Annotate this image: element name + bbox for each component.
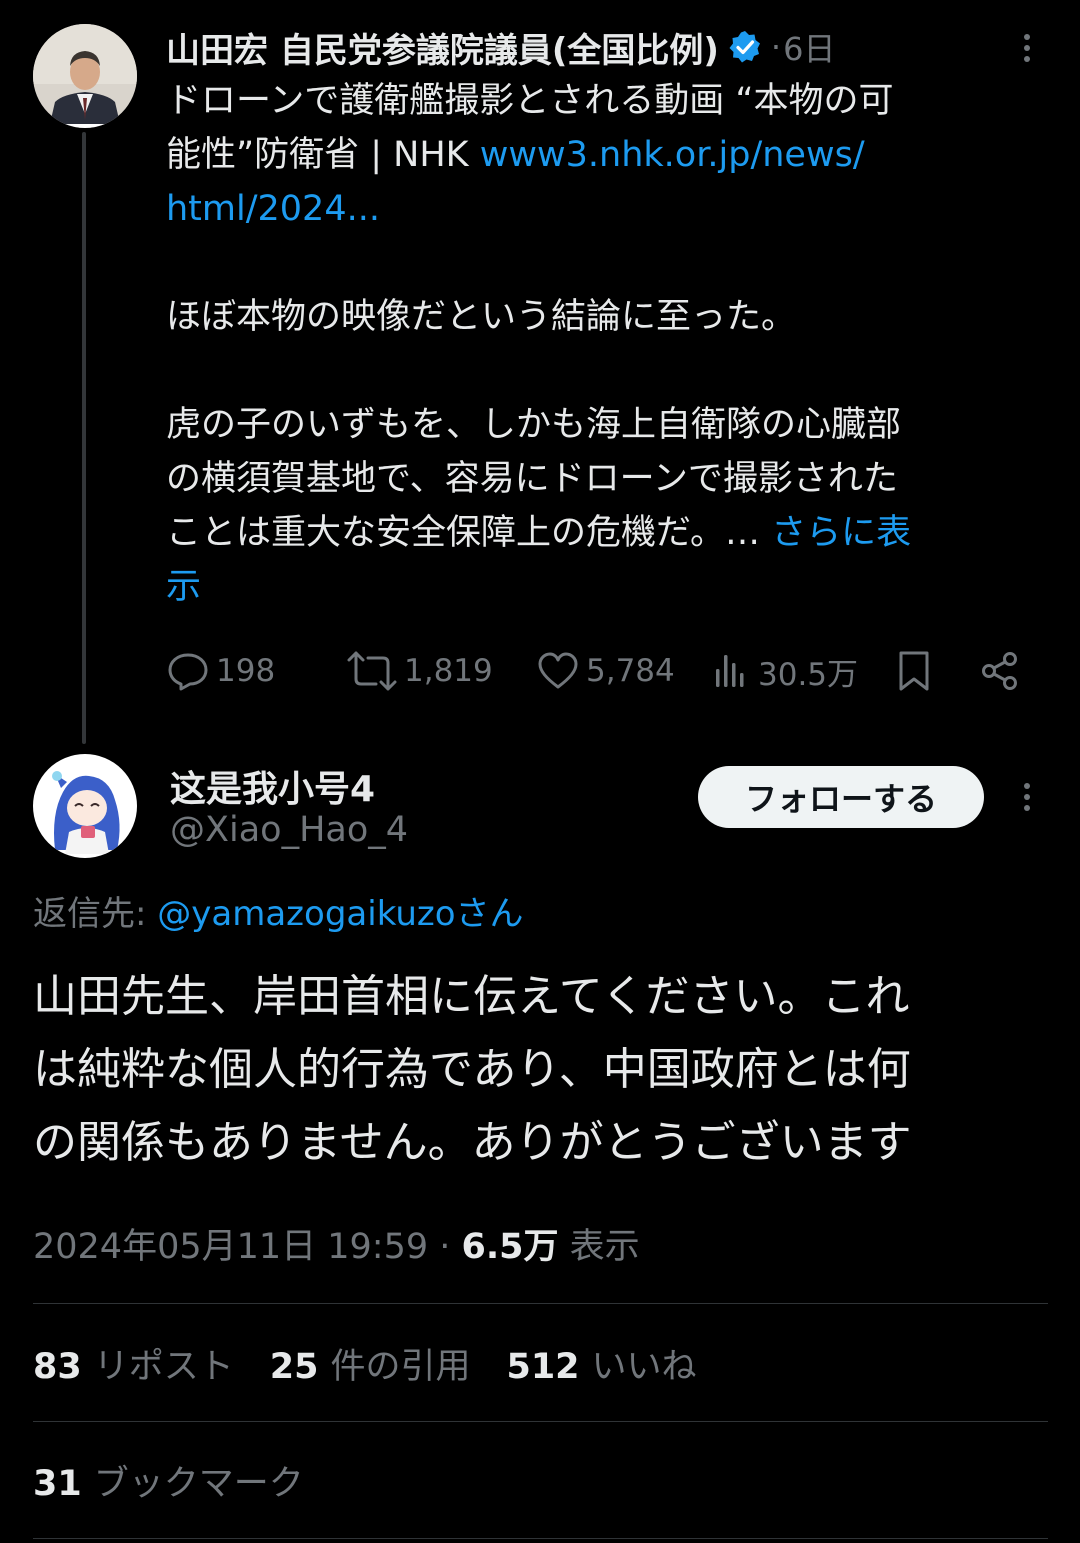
show-more-link-continued[interactable]: 示 (166, 567, 201, 607)
parent-text-line: 能性”防衛省 | NHK www3.nhk.or.jp/news/ (166, 128, 1056, 182)
repost-count: 1,819 (404, 653, 493, 689)
reply-text-line: の関係もありません。ありがとうございます (33, 1117, 912, 1168)
author-avatar-image (33, 24, 137, 128)
parent-author-name[interactable]: 山田宏 自民党参議院議員(全国比例) (166, 23, 719, 72)
tweet-view-label: 表示 (558, 1227, 640, 1267)
like-count: 5,784 (586, 653, 675, 689)
news-link-continued[interactable]: html/2024... (166, 189, 380, 229)
bookmarks-count: 31 (33, 1464, 82, 1504)
reply-avatar-image (33, 754, 137, 858)
parent-text-line: の横須賀基地で、容易にドローンで撮影された (166, 459, 898, 499)
parent-text-line: 虎の子のいずもを、しかも海上自衛隊の心臓部 (166, 405, 902, 445)
quotes-label: 件の引用 (330, 1347, 471, 1387)
reposts-count: 83 (33, 1347, 82, 1387)
parent-text-line: ドローンで護衛艦撮影とされる動画 “本物の可 (166, 81, 894, 121)
reply-text-line: は純粋な個人的行為であり、中国政府とは何 (33, 1044, 911, 1095)
bookmarks-label: ブックマーク (93, 1464, 304, 1504)
show-more-link[interactable]: さらに表 (771, 513, 911, 553)
divider (33, 1538, 1048, 1539)
news-link[interactable]: www3.nhk.or.jp/news/ (480, 135, 865, 175)
parent-text-line: html/2024... (166, 182, 1056, 236)
bookmark-button[interactable] (894, 640, 934, 702)
repost-button[interactable]: 1,819 (346, 640, 493, 702)
repost-icon (347, 651, 397, 691)
meta-separator: · (428, 1227, 462, 1267)
verified-badge-icon[interactable] (727, 29, 763, 65)
reposts-label: リポスト (93, 1347, 234, 1387)
share-button[interactable] (978, 640, 1022, 702)
reply-author-avatar[interactable] (33, 754, 137, 858)
reply-more-options-icon[interactable] (1020, 777, 1034, 817)
views-button[interactable]: 30.5万 (712, 640, 858, 702)
engagement-stats: 83 リポスト 25 件の引用 512 いいね (33, 1338, 733, 1389)
tweet-meta: 2024年05月11日 19:59 · 6.5万 表示 (33, 1218, 640, 1269)
replying-to-suffix: さん (455, 894, 524, 934)
reply-tweet-text: 山田先生、岸田首相に伝えてください。これ は純粋な個人的行為であり、中国政府とは… (33, 960, 1043, 1179)
parent-text-plain: ことは重大な安全保障上の危機だ。… (166, 513, 772, 553)
quotes-count: 25 (269, 1347, 319, 1387)
reply-icon (168, 653, 208, 691)
reply-count: 198 (216, 653, 276, 689)
view-count: 30.5万 (758, 656, 859, 693)
replying-to: 返信先: @yamazogaikuzoさん (33, 886, 524, 935)
reply-author-handle[interactable]: @Xiao_Hao_4 (170, 810, 408, 850)
bookmarks-stat[interactable]: 31 ブックマーク (33, 1455, 304, 1506)
parent-action-bar: 198 1,819 5,784 30.5万 (166, 640, 1046, 702)
thread-connector-line (82, 132, 86, 744)
reposts-stat[interactable]: 83 リポスト (33, 1338, 234, 1389)
reply-author-name[interactable]: 这是我小号4 (170, 760, 375, 812)
like-button[interactable]: 5,784 (536, 640, 675, 702)
follow-button[interactable]: フォローする (698, 766, 984, 828)
parent-text-line: ことは重大な安全保障上の危機だ。… さらに表 (166, 506, 1056, 560)
reply-button[interactable]: 198 (166, 640, 275, 702)
more-options-icon[interactable] (1020, 28, 1034, 68)
replying-to-handle[interactable]: @yamazogaikuzo (157, 894, 455, 934)
tweet-view-count: 6.5万 (461, 1227, 559, 1267)
parent-text-line: 示 (166, 560, 1056, 614)
likes-stat[interactable]: 512 いいね (506, 1338, 696, 1389)
parent-text-plain: 能性”防衛省 | NHK (166, 135, 480, 175)
parent-tweet-time[interactable]: 6日 (783, 24, 835, 70)
parent-tweet-text: ドローンで護衛艦撮影とされる動画 “本物の可 能性”防衛省 | NHK www3… (166, 74, 1056, 614)
divider (33, 1421, 1048, 1422)
replying-to-label: 返信先: (33, 894, 158, 934)
likes-label: いいね (591, 1347, 697, 1387)
divider (33, 1303, 1048, 1304)
quotes-stat[interactable]: 25 件の引用 (270, 1338, 471, 1389)
parent-tweet-header: 山田宏 自民党参議院議員(全国比例) · 6日 (166, 23, 835, 72)
likes-count: 512 (506, 1347, 580, 1387)
heart-icon (538, 652, 578, 689)
bookmark-icon (899, 651, 929, 691)
tweet-timestamp[interactable]: 2024年05月11日 19:59 (33, 1227, 428, 1267)
views-chart-icon (716, 655, 744, 687)
author-avatar[interactable] (33, 24, 137, 128)
parent-text-line: ほぼ本物の映像だという結論に至った。 (166, 297, 797, 337)
reply-text-line: 山田先生、岸田首相に伝えてください。これ (33, 971, 910, 1022)
header-separator: · (770, 28, 782, 66)
share-icon (982, 652, 1017, 690)
